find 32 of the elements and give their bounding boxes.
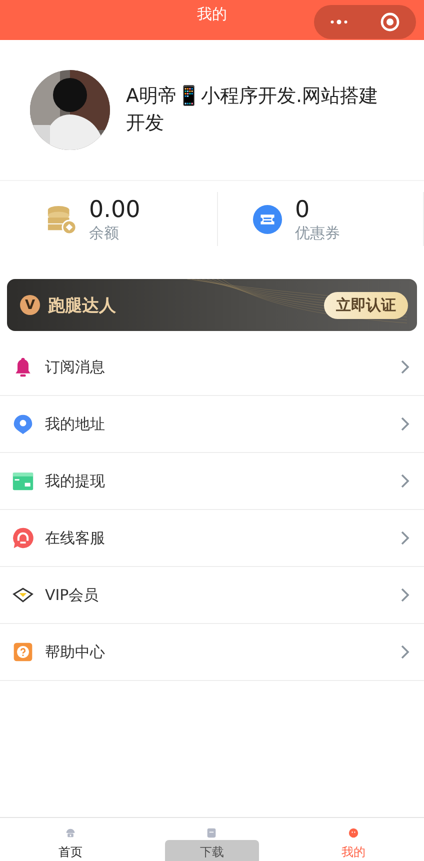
help-icon bbox=[12, 641, 34, 663]
chevron-right-icon bbox=[400, 416, 410, 432]
stat-label: 优惠券 bbox=[295, 224, 340, 242]
coins-icon bbox=[46, 204, 77, 234]
more-icon[interactable] bbox=[330, 19, 348, 25]
chevron-right-icon bbox=[400, 644, 410, 660]
menu-item[interactable]: VIP会员 bbox=[0, 567, 424, 624]
wallet-card-icon bbox=[12, 470, 34, 492]
chevron-right-icon bbox=[400, 587, 410, 603]
tab-item[interactable]: 首页 bbox=[0, 818, 142, 861]
stat-label: 余额 bbox=[89, 224, 120, 242]
menu-item[interactable]: 我的提现 bbox=[0, 453, 424, 510]
chevron-right-icon bbox=[400, 359, 410, 375]
chevron-right-icon bbox=[400, 473, 410, 489]
page-title: 我的 bbox=[197, 4, 227, 24]
menu-item[interactable]: 订阅消息 bbox=[0, 339, 424, 396]
banner-title: 跑腿达人 bbox=[48, 294, 117, 316]
menu-item[interactable]: 在线客服 bbox=[0, 510, 424, 567]
headset-icon bbox=[12, 527, 34, 549]
chevron-right-icon bbox=[400, 530, 410, 546]
user-name: A明帝📱小程序开发.网站搭建开发 bbox=[126, 84, 380, 136]
ticket-icon bbox=[252, 204, 283, 234]
close-icon[interactable] bbox=[380, 12, 400, 32]
tab-item[interactable]: 下载 bbox=[141, 818, 283, 861]
certify-button[interactable]: 立即认证 bbox=[324, 292, 408, 318]
capsule-menu[interactable] bbox=[314, 5, 416, 39]
v-badge: V bbox=[20, 295, 40, 315]
menu-item[interactable]: 我的地址 bbox=[0, 396, 424, 453]
menu-item[interactable]: 帮助中心 bbox=[0, 624, 424, 681]
location-pin-icon bbox=[12, 413, 34, 435]
stat-value: 0 bbox=[295, 196, 311, 224]
stat-value: 0.00 bbox=[89, 196, 140, 224]
